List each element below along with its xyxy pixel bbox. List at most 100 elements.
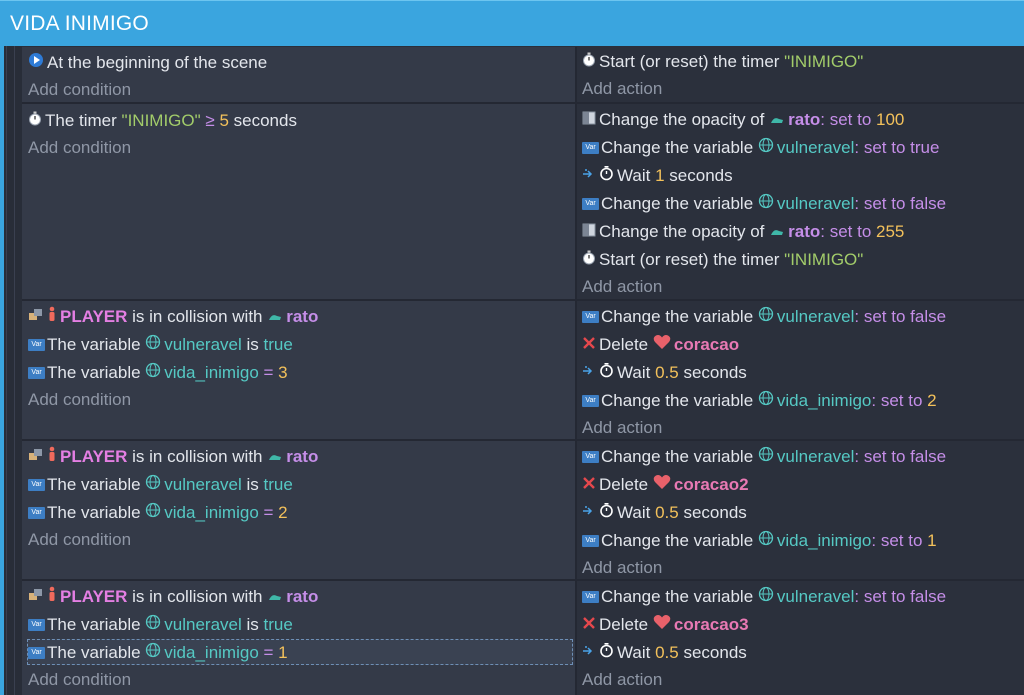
variable-icon: Var — [582, 450, 599, 463]
async-icon — [582, 499, 596, 527]
collision-icon — [28, 303, 44, 331]
add-action-button[interactable]: Add action — [582, 75, 662, 103]
action-wait[interactable]: Wait 0.5 seconds — [582, 499, 747, 527]
event-4[interactable]: PLAYER is in collision with rato Var The … — [22, 441, 1024, 581]
conditions-panel[interactable]: At the beginning of the scene Add condit… — [22, 47, 575, 104]
action-change-variable[interactable]: Var Change the variable vulneravel: set t… — [582, 190, 946, 218]
player-object-icon — [47, 583, 57, 611]
condition-variable[interactable]: Var The variable vulneravel is true — [28, 331, 293, 359]
variable-icon: Var — [28, 646, 45, 659]
event-2[interactable]: The timer "INIMIGO" ≥ 5 seconds Add cond… — [22, 104, 1024, 301]
action-change-variable[interactable]: Var Change the variable vulneravel: set t… — [582, 583, 946, 611]
conditions-panel[interactable]: PLAYER is in collision with rato Var The … — [22, 581, 575, 695]
action-change-variable[interactable]: Var Change the variable vulneravel: set t… — [582, 303, 946, 331]
globe-icon — [758, 443, 774, 471]
timer-icon — [582, 246, 596, 274]
action-reset-timer[interactable]: Start (or reset) the timer "INIMIGO" — [582, 246, 863, 274]
condition-collision[interactable]: PLAYER is in collision with rato — [28, 303, 318, 331]
event-5[interactable]: PLAYER is in collision with rato Var The … — [22, 581, 1024, 695]
delete-icon — [582, 471, 596, 499]
action-delete[interactable]: Delete coracao3 — [582, 611, 749, 639]
gutter-line — [6, 46, 7, 695]
action-reset-timer[interactable]: Start (or reset) the timer "INIMIGO" — [582, 48, 863, 76]
globe-icon — [758, 134, 774, 162]
condition-collision[interactable]: PLAYER is in collision with rato — [28, 443, 318, 471]
event-1[interactable]: At the beginning of the scene Add condit… — [22, 47, 1024, 104]
variable-icon: Var — [28, 478, 45, 491]
action-delete[interactable]: Delete coracao — [582, 331, 739, 359]
condition-collision[interactable]: PLAYER is in collision with rato — [28, 583, 318, 611]
action-wait[interactable]: Wait 0.5 seconds — [582, 639, 747, 667]
action-change-variable[interactable]: Var Change the variable vida_inimigo: set… — [582, 387, 937, 415]
rato-object-icon — [267, 583, 283, 611]
rato-object-icon — [769, 106, 785, 134]
variable-icon: Var — [28, 338, 45, 351]
rato-object-icon — [267, 303, 283, 331]
event-3[interactable]: PLAYER is in collision with rato Var The … — [22, 301, 1024, 441]
stopwatch-icon — [599, 359, 614, 387]
add-condition-button[interactable]: Add condition — [28, 526, 131, 554]
condition-variable[interactable]: Var The variable vulneravel is true — [28, 471, 293, 499]
actions-panel[interactable]: Start (or reset) the timer "INIMIGO" Add… — [577, 47, 1024, 104]
action-change-variable[interactable]: Var Change the variable vulneravel: set t… — [582, 134, 939, 162]
heart-icon — [653, 331, 671, 359]
add-condition-button[interactable]: Add condition — [28, 134, 131, 162]
condition-timer[interactable]: The timer "INIMIGO" ≥ 5 seconds — [28, 107, 297, 135]
add-condition-button[interactable]: Add condition — [28, 666, 131, 694]
variable-icon: Var — [28, 618, 45, 631]
opacity-icon — [582, 218, 596, 246]
globe-icon — [758, 583, 774, 611]
player-object-icon — [47, 443, 57, 471]
async-icon — [582, 359, 596, 387]
variable-icon: Var — [582, 534, 599, 547]
variable-icon: Var — [28, 506, 45, 519]
add-action-button[interactable]: Add action — [582, 554, 662, 582]
action-change-opacity[interactable]: Change the opacity of rato: set to 100 — [582, 106, 904, 134]
group-header[interactable]: VIDA INIMIGO — [0, 0, 1024, 46]
stopwatch-icon — [599, 162, 614, 190]
conditions-panel[interactable]: PLAYER is in collision with rato Var The … — [22, 301, 575, 441]
action-delete[interactable]: Delete coracao2 — [582, 471, 749, 499]
scene-start-icon — [28, 49, 44, 77]
conditions-panel[interactable]: The timer "INIMIGO" ≥ 5 seconds Add cond… — [22, 104, 575, 301]
add-action-button[interactable]: Add action — [582, 273, 662, 301]
variable-icon: Var — [28, 366, 45, 379]
actions-panel[interactable]: Var Change the variable vulneravel: set t… — [577, 301, 1024, 441]
globe-icon — [145, 359, 161, 387]
actions-panel[interactable]: Var Change the variable vulneravel: set t… — [577, 581, 1024, 695]
stopwatch-icon — [599, 639, 614, 667]
add-condition-button[interactable]: Add condition — [28, 386, 131, 414]
condition-variable[interactable]: Var The variable vida_inimigo = 2 — [28, 499, 288, 527]
globe-icon — [758, 190, 774, 218]
heart-icon — [653, 611, 671, 639]
action-wait[interactable]: Wait 1 seconds — [582, 162, 733, 190]
timer-icon — [28, 107, 42, 135]
delete-icon — [582, 331, 596, 359]
condition-scene-start[interactable]: At the beginning of the scene — [28, 49, 267, 77]
conditions-panel[interactable]: PLAYER is in collision with rato Var The … — [22, 441, 575, 581]
async-icon — [582, 639, 596, 667]
action-change-variable[interactable]: Var Change the variable vulneravel: set t… — [582, 443, 946, 471]
player-object-icon — [47, 303, 57, 331]
timer-icon — [582, 48, 596, 76]
actions-panel[interactable]: Change the opacity of rato: set to 100 V… — [577, 104, 1024, 301]
delete-icon — [582, 611, 596, 639]
group-indent-bar — [0, 46, 4, 695]
rato-object-icon — [769, 218, 785, 246]
add-action-button[interactable]: Add action — [582, 666, 662, 694]
actions-panel[interactable]: Var Change the variable vulneravel: set t… — [577, 441, 1024, 581]
add-action-button[interactable]: Add action — [582, 414, 662, 442]
add-condition-button[interactable]: Add condition — [28, 76, 131, 104]
globe-icon — [758, 387, 774, 415]
globe-icon — [758, 527, 774, 555]
collision-icon — [28, 583, 44, 611]
condition-variable-selected[interactable]: Var The variable vida_inimigo = 1 — [28, 639, 288, 667]
globe-icon — [145, 639, 161, 667]
collision-icon — [28, 443, 44, 471]
condition-variable[interactable]: Var The variable vulneravel is true — [28, 611, 293, 639]
globe-icon — [758, 303, 774, 331]
action-change-opacity[interactable]: Change the opacity of rato: set to 255 — [582, 218, 904, 246]
condition-variable[interactable]: Var The variable vida_inimigo = 3 — [28, 359, 288, 387]
action-change-variable[interactable]: Var Change the variable vida_inimigo: set… — [582, 527, 937, 555]
action-wait[interactable]: Wait 0.5 seconds — [582, 359, 747, 387]
